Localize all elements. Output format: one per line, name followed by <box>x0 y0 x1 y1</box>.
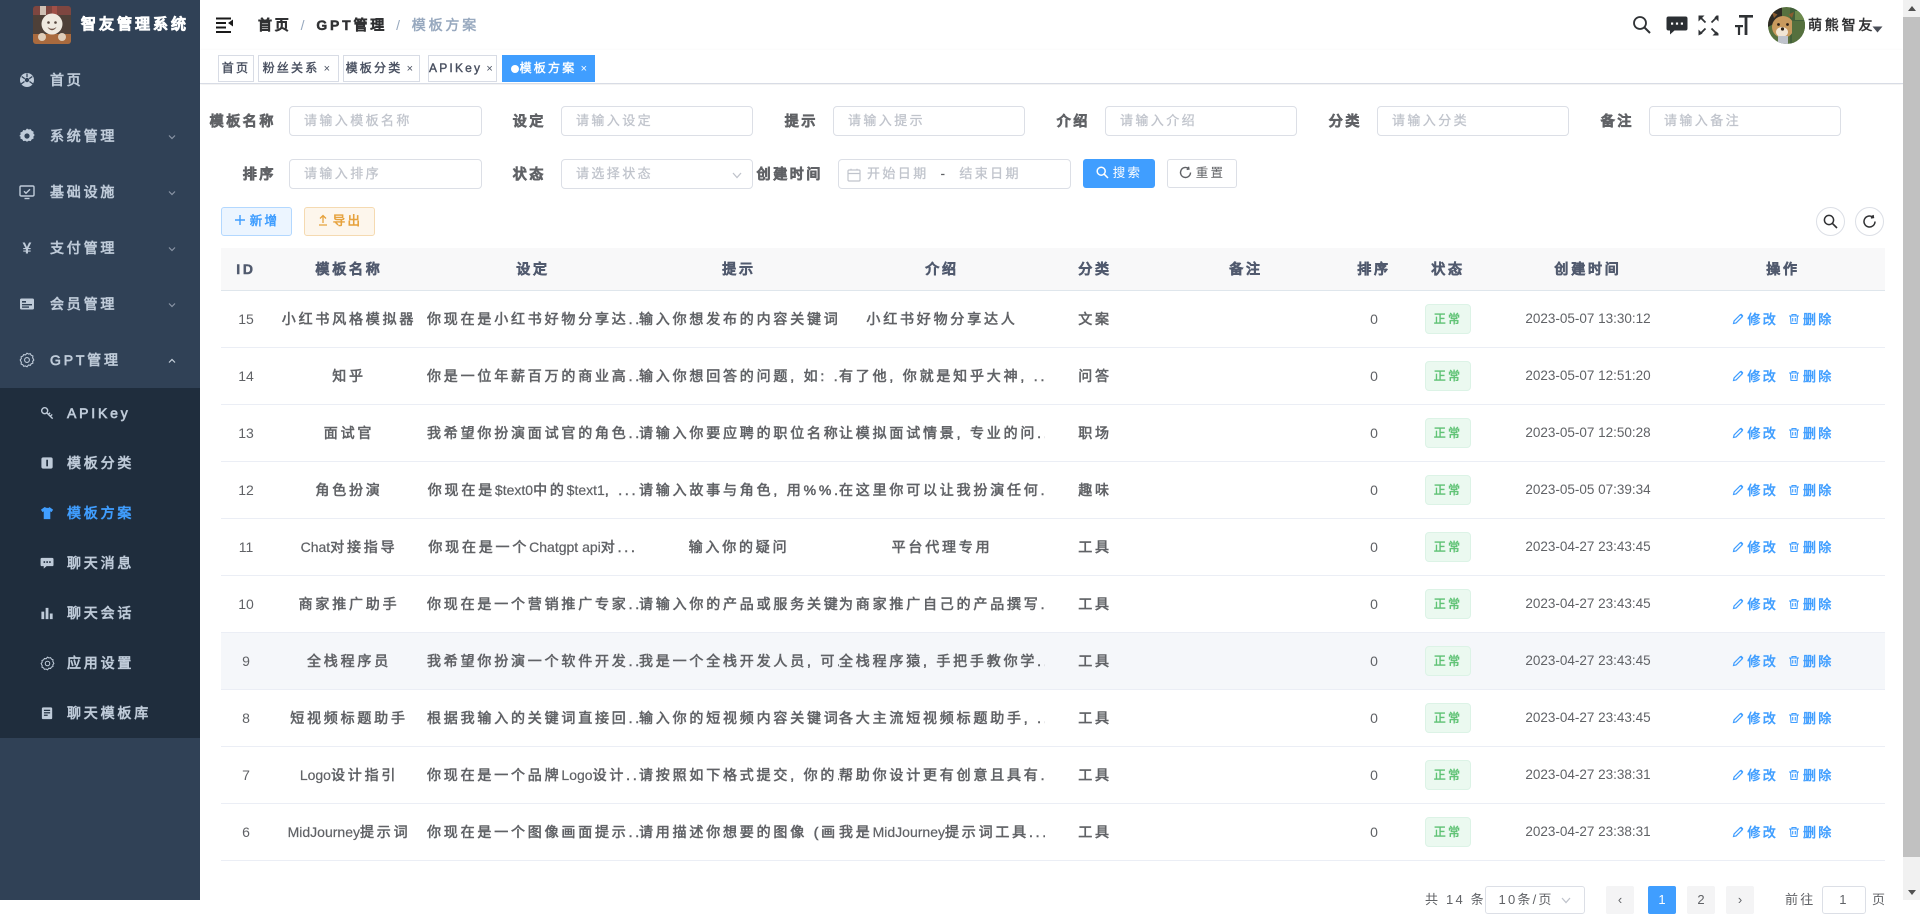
svg-text:¥: ¥ <box>23 241 32 257</box>
